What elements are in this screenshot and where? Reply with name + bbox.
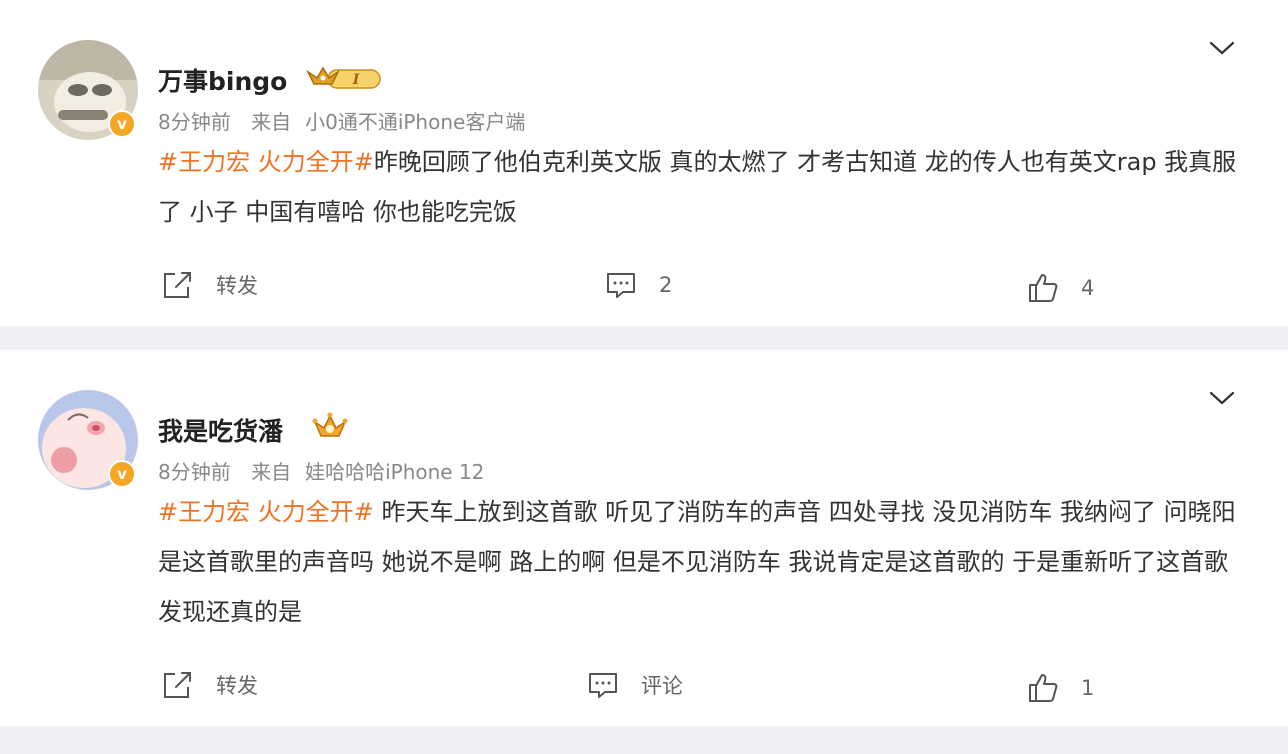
comment-button[interactable]: 2 bbox=[605, 270, 672, 300]
share-arrow-icon bbox=[164, 272, 191, 298]
comment-bubble-icon bbox=[607, 273, 635, 298]
post-time: 8分钟前 bbox=[158, 110, 231, 134]
chevron-down-icon[interactable] bbox=[1208, 388, 1236, 408]
vip-crown-icon[interactable] bbox=[312, 410, 348, 442]
comment-bubble-icon bbox=[589, 673, 617, 698]
comment-count: 2 bbox=[659, 273, 673, 297]
topic-tag[interactable]: #王力宏 火力全开# bbox=[158, 148, 374, 176]
repost-label: 转发 bbox=[216, 674, 258, 698]
avatar[interactable]: v bbox=[38, 40, 138, 140]
comment-button[interactable]: 评论 bbox=[587, 670, 683, 700]
post-text: #王力宏 火力全开# 昨天车上放到这首歌 听见了消防车的声音 四处寻找 没见消防… bbox=[158, 487, 1238, 637]
badge-level: I bbox=[352, 72, 360, 88]
like-count: 1 bbox=[1081, 676, 1095, 700]
repost-label: 转发 bbox=[216, 274, 258, 298]
post-card: v 我是吃货潘 8分钟前 来自 娃哈哈哈iPhone 12 #王力宏 火力全开# … bbox=[0, 350, 1288, 726]
post-text: #王力宏 火力全开#昨晚回顾了他伯克利英文版 真的太燃了 才考古知道 龙的传人也… bbox=[158, 137, 1238, 237]
source-prefix: 来自 bbox=[251, 460, 292, 484]
post-meta: 8分钟前 来自 娃哈哈哈iPhone 12 bbox=[158, 456, 484, 485]
source-prefix: 来自 bbox=[251, 110, 292, 134]
username[interactable]: 万事bingo bbox=[158, 62, 287, 98]
like-count: 4 bbox=[1081, 276, 1095, 300]
post-source[interactable]: 小0通不通iPhone客户端 bbox=[305, 110, 525, 134]
verified-v-icon: v bbox=[108, 460, 136, 488]
post-card: v 万事bingo I 8分钟前 来自 小0通不通iPhone客户端 #王力宏 火… bbox=[0, 0, 1288, 326]
topic-tag[interactable]: #王力宏 火力全开# bbox=[158, 498, 374, 526]
share-arrow-icon bbox=[164, 672, 191, 698]
avatar[interactable]: v bbox=[38, 390, 138, 490]
post-meta: 8分钟前 来自 小0通不通iPhone客户端 bbox=[158, 106, 525, 135]
comment-label: 评论 bbox=[641, 674, 683, 698]
post-time: 8分钟前 bbox=[158, 460, 231, 484]
repost-button[interactable]: 转发 bbox=[162, 670, 258, 700]
chevron-down-icon[interactable] bbox=[1208, 38, 1236, 58]
post-source[interactable]: 娃哈哈哈iPhone 12 bbox=[305, 460, 484, 484]
thumbs-up-icon bbox=[1029, 274, 1058, 302]
like-button[interactable]: 1 bbox=[1027, 672, 1094, 704]
username[interactable]: 我是吃货潘 bbox=[158, 412, 283, 448]
thumbs-up-icon bbox=[1029, 674, 1058, 702]
verified-v-icon: v bbox=[108, 110, 136, 138]
like-button[interactable]: 4 bbox=[1027, 272, 1094, 304]
member-badge-icon[interactable]: I bbox=[306, 62, 382, 92]
repost-button[interactable]: 转发 bbox=[162, 270, 258, 300]
